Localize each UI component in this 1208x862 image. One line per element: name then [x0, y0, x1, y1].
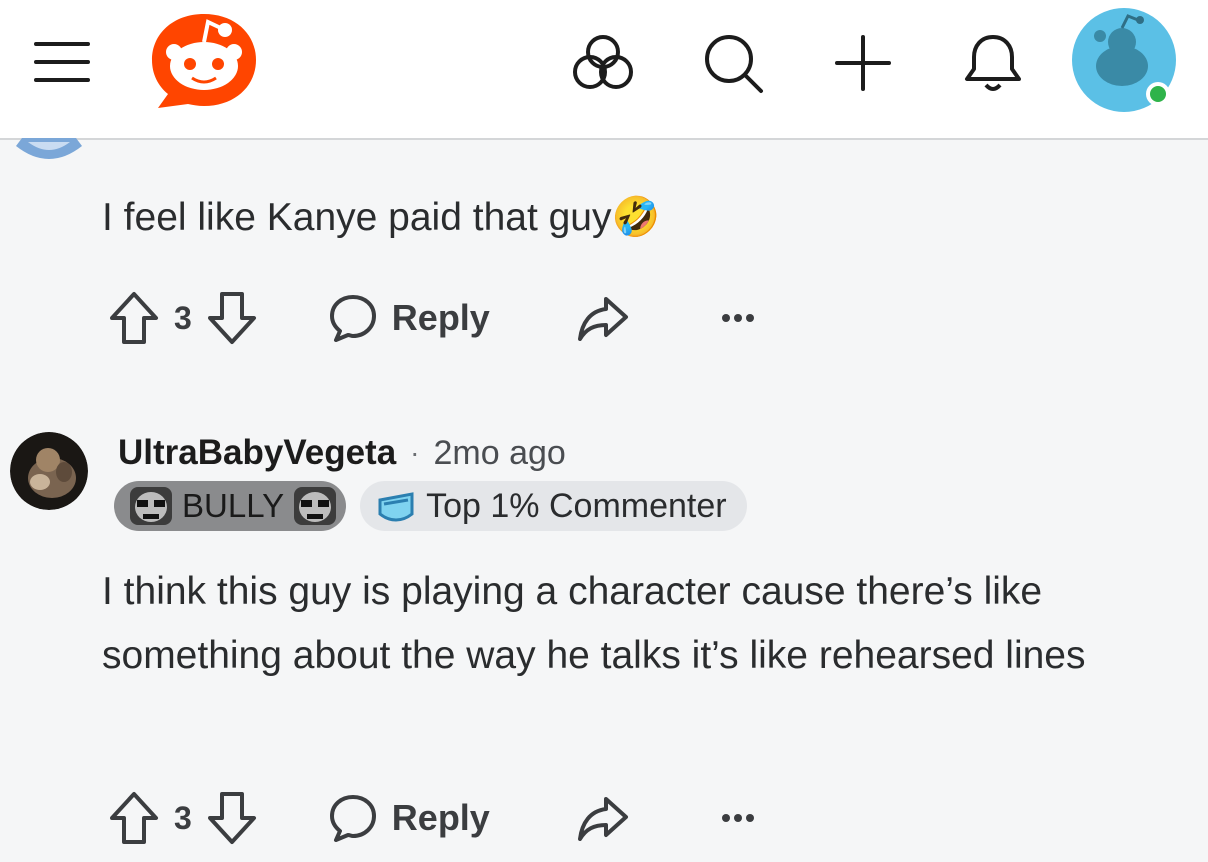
comment-bubble-icon — [329, 795, 376, 842]
plus-icon — [835, 35, 891, 91]
user-avatar-button[interactable] — [1070, 6, 1182, 118]
badge-text: Top 1% Commenter — [426, 486, 727, 525]
vote-count: 3 — [174, 299, 192, 336]
username[interactable]: UltraBabyVegeta — [118, 433, 396, 473]
share-icon — [577, 297, 628, 341]
comment-body: I feel like Kanye paid that guy🤣 — [102, 196, 661, 239]
meta-separator: · — [410, 437, 420, 468]
vote-control: 3 — [108, 790, 258, 846]
commenter-avatar[interactable] — [10, 432, 88, 510]
top-commenter-icon — [378, 492, 414, 522]
notifications-button[interactable] — [956, 28, 1030, 98]
bell-icon — [965, 35, 1021, 91]
upvote-icon[interactable] — [108, 290, 160, 346]
share-button[interactable] — [576, 295, 630, 341]
vote-control: 3 — [108, 290, 258, 346]
reply-button[interactable]: Reply — [328, 793, 490, 843]
menu-icon — [34, 42, 90, 82]
downvote-icon[interactable] — [206, 290, 258, 346]
user-flair: BULLY — [114, 481, 347, 531]
create-button[interactable] — [826, 28, 900, 98]
downvote-icon[interactable] — [206, 790, 258, 846]
share-icon — [577, 797, 628, 841]
user-badges: BULLY Top 1% Commenter — [114, 480, 747, 532]
bully-face-icon — [130, 487, 172, 525]
more-icon — [721, 314, 754, 322]
top-bar — [0, 0, 1208, 140]
avatar-image — [10, 432, 88, 510]
reply-label: Reply — [391, 797, 490, 838]
upvote-icon[interactable] — [108, 790, 160, 846]
more-options-button[interactable] — [720, 812, 756, 824]
share-button[interactable] — [576, 795, 630, 841]
comment-meta: UltraBabyVegeta · 2mo ago — [118, 428, 566, 478]
timestamp: 2mo ago — [433, 433, 566, 472]
reddit-logo-icon — [152, 14, 256, 108]
top-commenter-badge: Top 1% Commenter — [360, 481, 747, 531]
comment-bubble-icon — [329, 295, 376, 342]
reddit-logo[interactable] — [148, 8, 260, 112]
search-icon — [705, 35, 763, 93]
menu-button[interactable] — [22, 30, 100, 94]
comment-body: I think this guy is playing a character … — [102, 570, 1086, 677]
comment-actions: 3 Reply — [108, 788, 756, 848]
reply-label: Reply — [391, 297, 490, 338]
explore-button[interactable] — [566, 28, 640, 98]
more-icon — [721, 814, 754, 822]
comment-actions: 3 Reply — [108, 288, 756, 348]
user-avatar-icon — [1072, 8, 1176, 112]
bully-face-icon — [294, 487, 337, 525]
search-button[interactable] — [696, 28, 770, 98]
reply-button[interactable]: Reply — [328, 293, 490, 343]
explore-icon — [573, 35, 633, 89]
previous-comment-avatar — [14, 138, 84, 168]
flair-text: BULLY — [182, 487, 285, 524]
more-options-button[interactable] — [720, 312, 756, 324]
vote-count: 3 — [174, 799, 192, 836]
